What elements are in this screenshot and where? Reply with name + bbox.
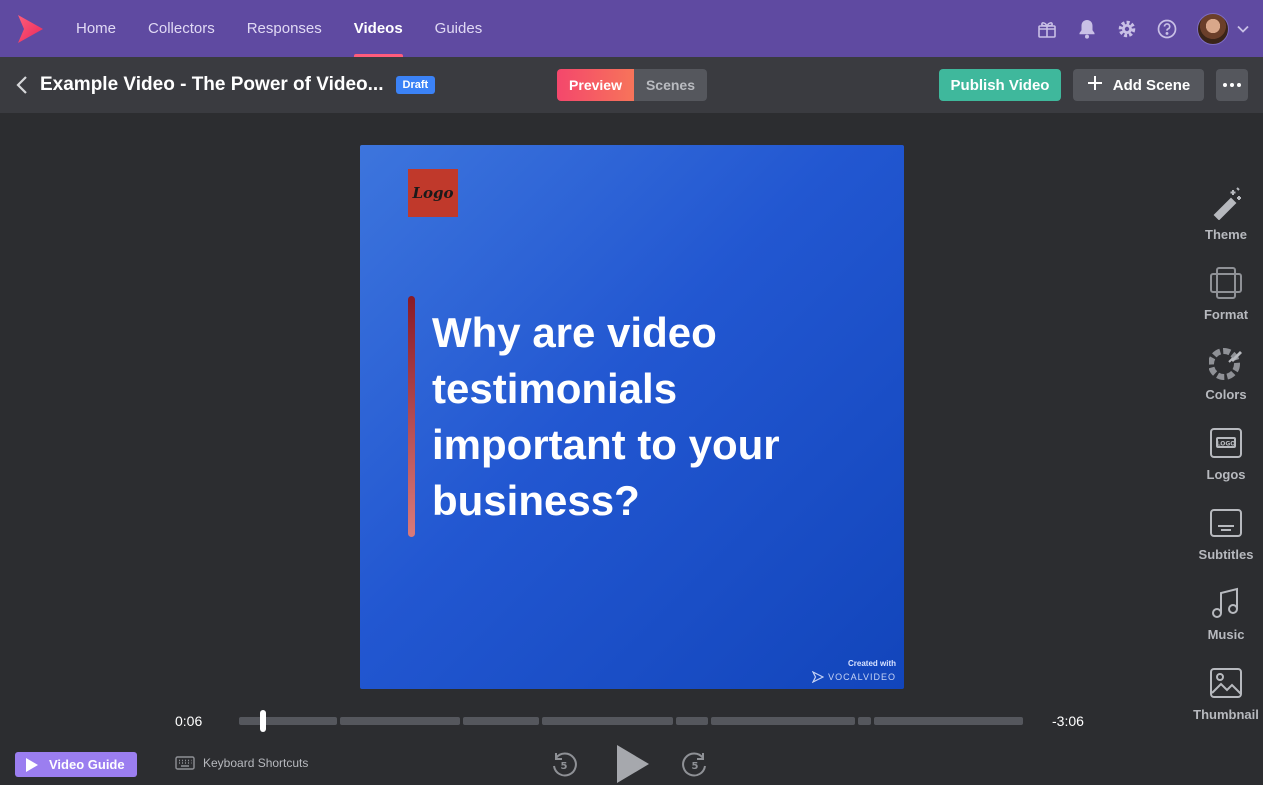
subtitles-icon: [1208, 505, 1244, 541]
avatar: [1197, 12, 1229, 45]
forward-5-button[interactable]: 5: [681, 750, 709, 778]
ellipsis-icon: [1223, 83, 1241, 87]
tool-thumbnail[interactable]: Thumbnail: [1190, 665, 1262, 722]
tool-logos-label: Logos: [1206, 467, 1246, 482]
tool-subtitles[interactable]: Subtitles: [1190, 505, 1262, 562]
accent-bar: [408, 296, 415, 537]
watermark: Created with VOCALVIDEO: [812, 659, 896, 683]
nav-videos[interactable]: Videos: [338, 0, 419, 57]
timeline-scene-segment[interactable]: [676, 717, 708, 725]
video-toolbar: Example Video - The Power of Video... Dr…: [0, 57, 1263, 113]
tool-format[interactable]: Format: [1190, 265, 1262, 322]
tool-music[interactable]: Music: [1190, 585, 1262, 642]
timeline-scene-segment[interactable]: [239, 717, 337, 725]
vocalvideo-mark-icon: [812, 671, 825, 683]
keyboard-shortcuts-label: Keyboard Shortcuts: [203, 756, 309, 770]
video-guide-label: Video Guide: [49, 757, 125, 772]
account-menu[interactable]: [1197, 12, 1249, 45]
remaining-time: -3:06: [1052, 713, 1084, 729]
timeline-scene-segment[interactable]: [463, 717, 539, 725]
publish-video-button[interactable]: Publish Video: [939, 69, 1061, 101]
watermark-created-text: Created with: [847, 659, 896, 668]
timeline-scene-segment[interactable]: [340, 717, 460, 725]
watermark-brand-text: VOCALVIDEO: [828, 672, 896, 682]
svg-text:LOGO: LOGO: [1217, 441, 1236, 448]
timeline-scene-segment[interactable]: [858, 717, 871, 725]
top-navigation: Home Collectors Responses Videos Guides: [0, 0, 1263, 57]
back-button[interactable]: [4, 57, 40, 113]
add-scene-button[interactable]: Add Scene: [1073, 69, 1204, 101]
view-toggle: Preview Scenes: [557, 69, 707, 101]
play-button[interactable]: [614, 743, 650, 785]
magic-wand-icon: [1208, 185, 1244, 221]
crop-format-icon: [1208, 265, 1244, 301]
color-picker-icon: [1208, 345, 1244, 381]
nav-actions: [1037, 0, 1249, 57]
chevron-left-icon: [16, 76, 27, 94]
svg-text:5: 5: [561, 761, 568, 772]
tab-preview[interactable]: Preview: [557, 69, 634, 101]
tool-format-label: Format: [1203, 307, 1249, 322]
image-icon: [1208, 665, 1244, 701]
nav-collectors[interactable]: Collectors: [132, 0, 231, 57]
nav-home[interactable]: Home: [60, 0, 132, 57]
nav-responses[interactable]: Responses: [231, 0, 338, 57]
nav-guides[interactable]: Guides: [419, 0, 499, 57]
tool-theme[interactable]: Theme: [1190, 185, 1262, 242]
tool-subtitles-label: Subtitles: [1198, 547, 1254, 562]
current-time: 0:06: [175, 713, 203, 729]
tool-thumbnail-label: Thumbnail: [1193, 707, 1259, 722]
tool-theme-label: Theme: [1205, 227, 1247, 242]
logo-icon: LOGO: [1208, 425, 1244, 461]
play-icon: [26, 757, 38, 772]
video-guide-button[interactable]: Video Guide: [15, 752, 137, 777]
help-icon[interactable]: [1157, 19, 1177, 39]
rewind-icon: 5: [553, 752, 577, 777]
add-scene-label: Add Scene: [1112, 76, 1191, 94]
status-badge: Draft: [395, 76, 436, 94]
gift-icon[interactable]: [1037, 19, 1057, 39]
logo-text: Logo: [412, 184, 454, 202]
scene-headline: Why are video testimonials important to …: [432, 309, 780, 524]
tab-scenes[interactable]: Scenes: [634, 69, 707, 101]
more-options-button[interactable]: [1216, 69, 1248, 101]
gear-icon[interactable]: [1117, 19, 1137, 39]
tool-logos[interactable]: LOGO Logos: [1190, 425, 1262, 482]
video-preview[interactable]: Logo Why are video testimonials importan…: [360, 145, 904, 689]
nav-links: Home Collectors Responses Videos Guides: [60, 0, 498, 57]
music-note-icon: [1208, 585, 1244, 621]
timeline-scene-segment[interactable]: [542, 717, 673, 725]
svg-text:5: 5: [692, 761, 699, 772]
bell-icon[interactable]: [1077, 19, 1097, 39]
scene-logo: Logo: [408, 169, 458, 217]
play-large-icon: [617, 745, 649, 783]
scene-timeline[interactable]: [239, 717, 1023, 725]
vocalvideo-logo-icon[interactable]: [0, 0, 60, 57]
tool-music-label: Music: [1207, 627, 1245, 642]
tool-colors[interactable]: Colors: [1190, 345, 1262, 402]
playhead-handle[interactable]: [260, 710, 266, 732]
tool-colors-label: Colors: [1205, 387, 1247, 402]
timeline-scene-segment[interactable]: [874, 717, 1023, 725]
rewind-5-button[interactable]: 5: [550, 750, 578, 778]
fast-forward-icon: 5: [682, 752, 706, 777]
watermark-brand: VOCALVIDEO: [812, 671, 896, 683]
chevron-down-icon: [1237, 20, 1249, 38]
page-title: Example Video - The Power of Video...: [40, 74, 384, 95]
keyboard-shortcuts-link[interactable]: Keyboard Shortcuts: [175, 756, 308, 770]
plus-icon: [1087, 75, 1103, 95]
timeline-scene-segment[interactable]: [711, 717, 855, 725]
keyboard-icon: [175, 756, 195, 770]
